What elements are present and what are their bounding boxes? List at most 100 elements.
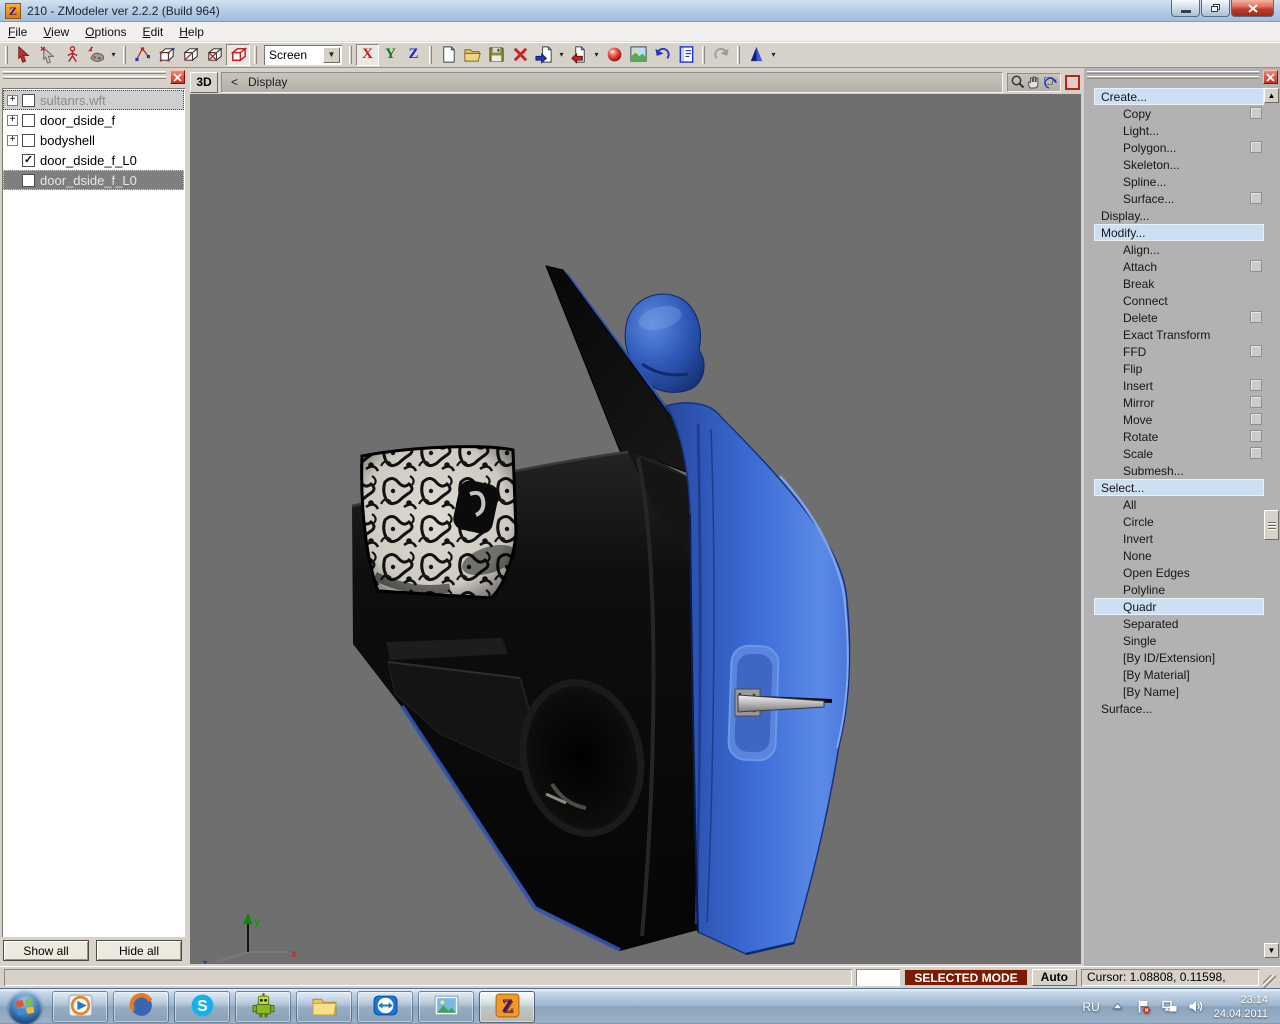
toolbar-grip[interactable] [123,46,126,64]
deselect-arrow-icon[interactable] [36,44,60,66]
command-item[interactable]: Polyline [1094,581,1264,598]
command-item[interactable]: Circle [1094,513,1264,530]
pan-icon[interactable] [1026,74,1042,90]
command-item[interactable]: [By Material] [1094,666,1264,683]
menu-view[interactable]: View [35,23,77,41]
close-panel-button[interactable] [1263,70,1278,84]
command-item[interactable]: None [1094,547,1264,564]
tree-item[interactable]: ✓door_dside_f_L0 [3,150,184,170]
views-cone-icon[interactable] [744,44,768,66]
tree-item[interactable]: door_dside_f_L0 [3,170,184,190]
command-header[interactable]: Display... [1094,207,1264,224]
dropdown-arrow-icon[interactable]: ▾ [768,50,779,59]
orbit-icon[interactable] [1042,74,1058,90]
toolbar-grip[interactable] [349,46,352,64]
faces-mode-cube-icon[interactable] [178,44,202,66]
hide-all-button[interactable]: Hide all [96,940,182,961]
scroll-down-icon[interactable]: ▼ [1264,943,1279,958]
tree-item[interactable]: +sultanrs.wft [3,90,184,110]
command-item[interactable]: Connect [1094,292,1264,309]
command-item[interactable]: Surface... [1094,190,1264,207]
command-checkbox[interactable] [1250,430,1262,442]
chevron-down-icon[interactable]: ▼ [323,47,340,63]
command-item[interactable]: Exact Transform [1094,326,1264,343]
command-item[interactable]: Insert [1094,377,1264,394]
save-icon[interactable] [484,44,508,66]
open-file-icon[interactable] [460,44,484,66]
command-header[interactable]: Create... [1094,88,1264,105]
command-item[interactable]: Delete [1094,309,1264,326]
objects-mode-cube-icon[interactable] [226,44,250,66]
command-item[interactable]: Light... [1094,122,1264,139]
command-item[interactable]: Move [1094,411,1264,428]
dropdown-arrow-icon[interactable]: ▾ [556,50,567,59]
command-checkbox[interactable] [1250,447,1262,459]
command-item[interactable]: [By Name] [1094,683,1264,700]
action-center-icon[interactable] [1136,999,1152,1015]
command-item[interactable]: Copy [1094,105,1264,122]
environment-icon[interactable] [626,44,650,66]
scrollbar-thumb[interactable] [1264,510,1279,540]
taskbar-item-firefox[interactable] [113,991,169,1023]
tree-item[interactable]: +bodyshell [3,130,184,150]
clock[interactable]: 23:14 24.04.2011 [1214,993,1268,1021]
back-arrow[interactable]: < [222,75,248,89]
command-checkbox[interactable] [1250,311,1262,323]
select-figure-icon[interactable] [60,44,84,66]
expand-icon[interactable]: + [7,95,18,106]
axis-y-button[interactable]: Y [379,44,402,66]
command-item[interactable]: Skeleton... [1094,156,1264,173]
material-editor-icon[interactable] [602,44,626,66]
command-item[interactable]: FFD [1094,343,1264,360]
auto-button[interactable]: Auto [1032,969,1077,986]
maximize-view-icon[interactable] [1065,75,1080,90]
command-item[interactable]: Spline... [1094,173,1264,190]
command-item[interactable]: All [1094,496,1264,513]
edges-mode-cube-icon[interactable] [154,44,178,66]
menu-help[interactable]: Help [171,23,212,41]
taskbar-item-qip[interactable] [235,991,291,1023]
taskbar-item-zmodeler[interactable]: ZZ [479,991,535,1023]
toolbar-grip[interactable] [737,46,740,64]
command-item[interactable]: [By ID/Extension] [1094,649,1264,666]
taskbar-item-image-viewer[interactable] [418,991,474,1023]
restore-button[interactable] [1201,0,1230,17]
taskbar-item-teamviewer[interactable] [357,991,413,1023]
checkbox[interactable] [22,174,35,187]
zoom-icon[interactable] [1010,74,1026,90]
language-indicator[interactable]: RU [1082,1000,1099,1014]
vertices-mode-icon[interactable] [130,44,154,66]
close-button[interactable] [1231,0,1274,17]
close-panel-button[interactable] [170,70,185,84]
command-item[interactable]: Break [1094,275,1264,292]
command-checkbox[interactable] [1250,107,1262,119]
command-item[interactable]: Rotate [1094,428,1264,445]
viewport-mode-button[interactable]: 3D [190,72,218,93]
command-item[interactable]: Align... [1094,241,1264,258]
command-item[interactable]: Quadr [1094,598,1264,615]
show-all-button[interactable]: Show all [3,940,89,961]
axis-z-button[interactable]: Z [402,44,425,66]
dropdown-arrow-icon[interactable]: ▾ [108,50,119,59]
command-checkbox[interactable] [1250,345,1262,357]
command-item[interactable]: Attach [1094,258,1264,275]
expand-icon[interactable]: + [7,115,18,126]
log-icon[interactable] [674,44,698,66]
new-file-icon[interactable] [436,44,460,66]
command-item[interactable]: Separated [1094,615,1264,632]
command-checkbox[interactable] [1250,379,1262,391]
command-checkbox[interactable] [1250,413,1262,425]
command-header[interactable]: Modify... [1094,224,1264,241]
checkbox[interactable] [22,94,35,107]
panel-drag-grip[interactable] [1087,71,1259,81]
command-checkbox[interactable] [1250,141,1262,153]
taskbar-item-windows-media-player[interactable] [52,991,108,1023]
toolbar-grip[interactable] [254,46,257,64]
undo-icon[interactable] [650,44,674,66]
viewport-title-bar[interactable]: < Display [221,72,1003,93]
toolbar-grip[interactable] [702,46,705,64]
command-item[interactable]: Invert [1094,530,1264,547]
minimize-button[interactable] [1171,0,1200,17]
start-button[interactable] [8,990,42,1024]
select-lasso-icon[interactable] [84,44,108,66]
